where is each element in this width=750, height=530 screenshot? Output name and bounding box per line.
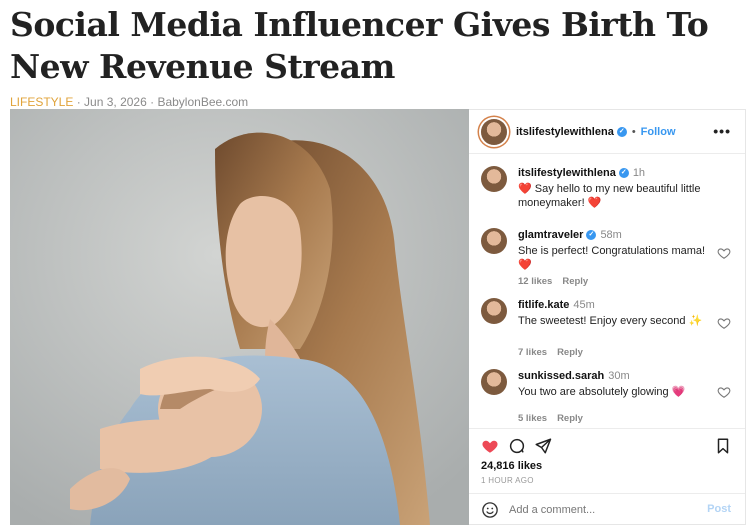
instagram-post-panel: itslifestylewithlena ✓ • Follow ••• itsl…: [469, 109, 746, 525]
like-heart-icon[interactable]: [481, 437, 499, 455]
avatar[interactable]: [481, 118, 507, 145]
comment-likes[interactable]: 5 likes: [518, 413, 547, 424]
comment-username[interactable]: sunkissed.sarah: [518, 370, 604, 382]
comment-text: You two are absolutely glowing 💗: [518, 386, 686, 398]
like-comment-heart-icon[interactable]: [717, 385, 731, 399]
reply-button[interactable]: Reply: [557, 413, 583, 424]
caption: itslifestylewithlena ✓ 1h ❤️ Say hello to …: [481, 166, 731, 216]
add-comment-bar: Post: [469, 493, 745, 526]
comment-username[interactable]: glamtraveler: [518, 229, 583, 241]
dot-separator: •: [631, 125, 636, 138]
comment-likes[interactable]: 7 likes: [518, 347, 547, 358]
verified-badge-icon: ✓: [616, 126, 627, 137]
header-username[interactable]: itslifestylewithlena: [516, 126, 614, 138]
comment-actions: 5 likes Reply: [518, 413, 583, 424]
comment-item: glamtraveler ✓ 58m She is perfect! Congrat…: [481, 228, 731, 290]
article-photo: [10, 109, 469, 525]
post-comment-button[interactable]: Post: [707, 503, 731, 515]
like-comment-heart-icon[interactable]: [717, 316, 731, 330]
meta-separator: ·: [76, 95, 81, 109]
post-actions: 24,816 likes 1 HOUR AGO: [469, 428, 745, 498]
comment-body: fitlife.kate 45m The sweetest! Enjoy ever…: [518, 298, 708, 328]
avatar[interactable]: [481, 298, 507, 324]
caption-username[interactable]: itslifestylewithlena: [518, 167, 616, 179]
avatar[interactable]: [481, 369, 507, 395]
likes-count[interactable]: 24,816 likes: [481, 460, 542, 472]
reply-button[interactable]: Reply: [562, 276, 588, 287]
comment-time: 58m: [600, 229, 622, 241]
comment-time: 45m: [573, 299, 595, 311]
comment-bubble-icon[interactable]: [508, 437, 526, 455]
article-headline: Social Media Influencer Gives Birth To N…: [10, 5, 709, 86]
comment-username[interactable]: fitlife.kate: [518, 299, 569, 311]
comment-actions: 7 likes Reply: [518, 347, 583, 358]
verified-badge-icon: ✓: [618, 168, 629, 179]
comment-body: sunkissed.sarah 30m You two are absolutel…: [518, 369, 708, 399]
category-link[interactable]: LIFESTYLE: [10, 95, 73, 109]
comment-item: sunkissed.sarah 30m You two are absolutel…: [481, 369, 731, 427]
comment-likes[interactable]: 12 likes: [518, 276, 552, 287]
caption-time: 1h: [632, 167, 646, 179]
avatar[interactable]: [481, 228, 507, 254]
comment-time: 30m: [608, 370, 630, 382]
article-meta: LIFESTYLE · Jun 3, 2026 · BabylonBee.com: [10, 95, 248, 109]
comment-text: The sweetest! Enjoy every second ✨: [518, 315, 703, 327]
mother-and-baby-illustration: [10, 109, 469, 525]
caption-text: ❤️ Say hello to my new beautiful little …: [518, 183, 701, 209]
comment-body: glamtraveler ✓ 58m She is perfect! Congrat…: [518, 228, 708, 272]
emoji-smile-icon[interactable]: [481, 501, 499, 519]
follow-button[interactable]: Follow: [641, 126, 676, 138]
reply-button[interactable]: Reply: [557, 347, 583, 358]
verified-badge-icon: ✓: [586, 230, 597, 241]
more-horizontal-icon[interactable]: •••: [713, 123, 731, 139]
share-send-icon[interactable]: [534, 437, 552, 455]
caption-body: itslifestylewithlena ✓ 1h ❤️ Say hello to …: [518, 166, 708, 210]
meta-separator: ·: [150, 95, 155, 109]
comment-text: She is perfect! Congratulations mama! ❤️: [518, 245, 706, 271]
article-date: Jun 3, 2026: [84, 95, 147, 109]
post-header: itslifestylewithlena ✓ • Follow •••: [469, 110, 745, 154]
add-comment-input[interactable]: [509, 502, 689, 518]
comment-item: fitlife.kate 45m The sweetest! Enjoy ever…: [481, 298, 731, 360]
site-name: BabylonBee.com: [157, 95, 249, 109]
bookmark-icon[interactable]: [714, 437, 732, 455]
avatar[interactable]: [481, 166, 507, 192]
posted-time: 1 HOUR AGO: [481, 476, 534, 485]
comment-actions: 12 likes Reply: [518, 276, 588, 287]
like-comment-heart-icon[interactable]: [717, 246, 731, 260]
